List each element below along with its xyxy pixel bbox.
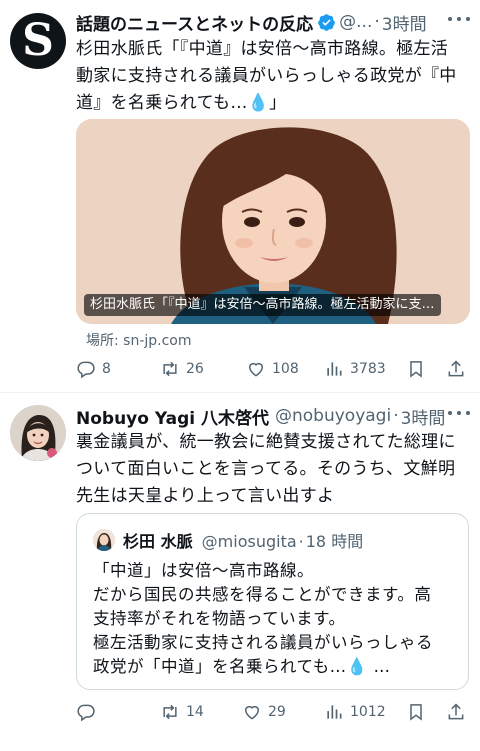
avatar-photo: [10, 405, 66, 461]
separator-dot: ·: [298, 532, 304, 551]
tweet-text: 杉田水脈氏「『中道』は安倍〜高市路線。極左活 動家に支持される議員がいらっしゃる…: [76, 36, 468, 117]
quoted-text-fragment: 政党が「中道」を名乗られても…: [93, 657, 347, 676]
share-icon: [448, 703, 464, 720]
quoted-text-fragment: …: [367, 657, 391, 676]
tweet-text-line: 先生は天皇より上って言い出すよ: [76, 486, 335, 506]
reply-icon: [77, 361, 95, 379]
bookmark-icon: [410, 361, 422, 378]
like-count: 29: [268, 704, 286, 720]
tweet-text-line: 杉田水脈氏「『中道』は安倍〜高市路線。極左活: [76, 39, 449, 59]
retweet-count: 14: [186, 704, 204, 720]
bookmark-icon: [410, 704, 422, 721]
like-icon: [244, 705, 260, 720]
timestamp[interactable]: 3時間: [382, 10, 427, 35]
quoted-text-line: 政党が「中道」を名乗られても…💧 …: [93, 655, 458, 679]
tweet-header: Nobuyo Yagi 八木啓代 @nobuyoyagi · 3時間: [76, 403, 468, 429]
like-icon: [248, 362, 264, 377]
views-icon: [327, 362, 342, 376]
avatar[interactable]: S: [10, 13, 66, 69]
avatar[interactable]: [10, 405, 66, 461]
tweet-text-line: 道』を名乗られても…💧」: [76, 90, 468, 117]
share-button[interactable]: [446, 357, 466, 381]
separator-dot: ·: [393, 406, 399, 426]
more-icon[interactable]: [448, 406, 470, 420]
verified-badge-icon: [318, 13, 335, 31]
timestamp[interactable]: 3時間: [401, 404, 446, 429]
card-source[interactable]: 場所: sn-jp.com: [86, 330, 192, 350]
quoted-tweet[interactable]: 杉田 水脈 @miosugita · 18 時間 「中道」は安倍〜高市路線。 だから…: [76, 513, 469, 690]
reply-icon: [77, 704, 95, 722]
tweet[interactable]: Nobuyo Yagi 八木啓代 @nobuyoyagi · 3時間 裏金議員が…: [0, 394, 480, 751]
quoted-text-line: だから国民の共感を得ることができます。高: [93, 585, 432, 604]
views-button[interactable]: 3783: [324, 357, 386, 381]
quoted-text: 「中道」は安倍〜高市路線。 だから国民の共感を得ることができます。高 支持率がそ…: [93, 559, 458, 679]
like-button[interactable]: 29: [242, 700, 286, 724]
retweet-icon: [163, 704, 177, 720]
reply-button[interactable]: 8: [76, 357, 111, 381]
display-name[interactable]: Nobuyo Yagi 八木啓代: [76, 404, 269, 429]
avatar-logo: S: [22, 15, 54, 66]
views-count: 3783: [350, 361, 386, 377]
retweet-button[interactable]: 26: [160, 357, 204, 381]
droplet-emoji: 💧: [247, 93, 270, 113]
reply-button[interactable]: [76, 700, 102, 724]
tweet-text-line: ついて面白いことを言ってる。そのうち、文鮮明: [76, 459, 456, 479]
like-button[interactable]: 108: [246, 357, 299, 381]
tweet-text-fragment: 」: [269, 93, 287, 113]
tweet-header: 話題のニュースとネットの反応 @... · 3時間: [76, 9, 468, 35]
retweet-icon: [163, 361, 177, 377]
retweet-count: 26: [186, 361, 204, 377]
link-card[interactable]: 杉田水脈氏「『中道』は安倍〜高市路線。極左活動家に支…: [76, 119, 470, 324]
droplet-emoji: 💧: [346, 657, 368, 676]
views-icon: [327, 705, 342, 719]
retweet-button[interactable]: 14: [160, 700, 204, 724]
bookmark-button[interactable]: [406, 700, 426, 724]
tweet-text-fragment: 道』を名乗られても…: [76, 93, 248, 113]
handle[interactable]: @...: [339, 12, 372, 32]
quoted-display-name[interactable]: 杉田 水脈: [123, 532, 193, 551]
tweet[interactable]: S 話題のニュースとネットの反応 @... · 3時間 杉田水脈氏「『中道』は安…: [0, 0, 480, 393]
tweet-text-line: 裏金議員が、統一教会に絶賛支援されてた総理に: [76, 432, 456, 452]
quoted-text-line: 極左活動家に支持される議員がいらっしゃる: [93, 633, 433, 652]
handle[interactable]: @nobuyoyagi: [275, 406, 391, 426]
separator-dot: ·: [374, 12, 380, 32]
reply-count: 8: [102, 361, 111, 377]
tweet-text-line: 動家に支持される議員がいらっしゃる政党が『中: [76, 66, 457, 86]
quoted-handle[interactable]: @miosugita: [202, 532, 297, 551]
display-name[interactable]: 話題のニュースとネットの反応: [76, 10, 313, 35]
bookmark-button[interactable]: [406, 357, 426, 381]
quoted-text-line: 支持率がそれを物語っています。: [93, 609, 346, 628]
share-button[interactable]: [446, 700, 466, 724]
share-icon: [448, 360, 464, 377]
quoted-timestamp[interactable]: 18 時間: [306, 532, 363, 551]
action-bar: 8 26 108 3783: [76, 357, 470, 381]
card-caption: 杉田水脈氏「『中道』は安倍〜高市路線。極左活動家に支…: [84, 294, 441, 316]
quoted-header: 杉田 水脈 @miosugita · 18 時間: [123, 528, 363, 552]
more-icon[interactable]: [448, 12, 470, 26]
quoted-text-line: 「中道」は安倍〜高市路線。: [93, 561, 314, 580]
action-bar: 14 29 1012: [76, 700, 470, 724]
quoted-avatar: [93, 529, 115, 551]
views-count: 1012: [350, 704, 386, 720]
like-count: 108: [272, 361, 299, 377]
tweet-text: 裏金議員が、統一教会に絶賛支援されてた総理に ついて面白いことを言ってる。そのう…: [76, 429, 468, 510]
views-button[interactable]: 1012: [324, 700, 386, 724]
